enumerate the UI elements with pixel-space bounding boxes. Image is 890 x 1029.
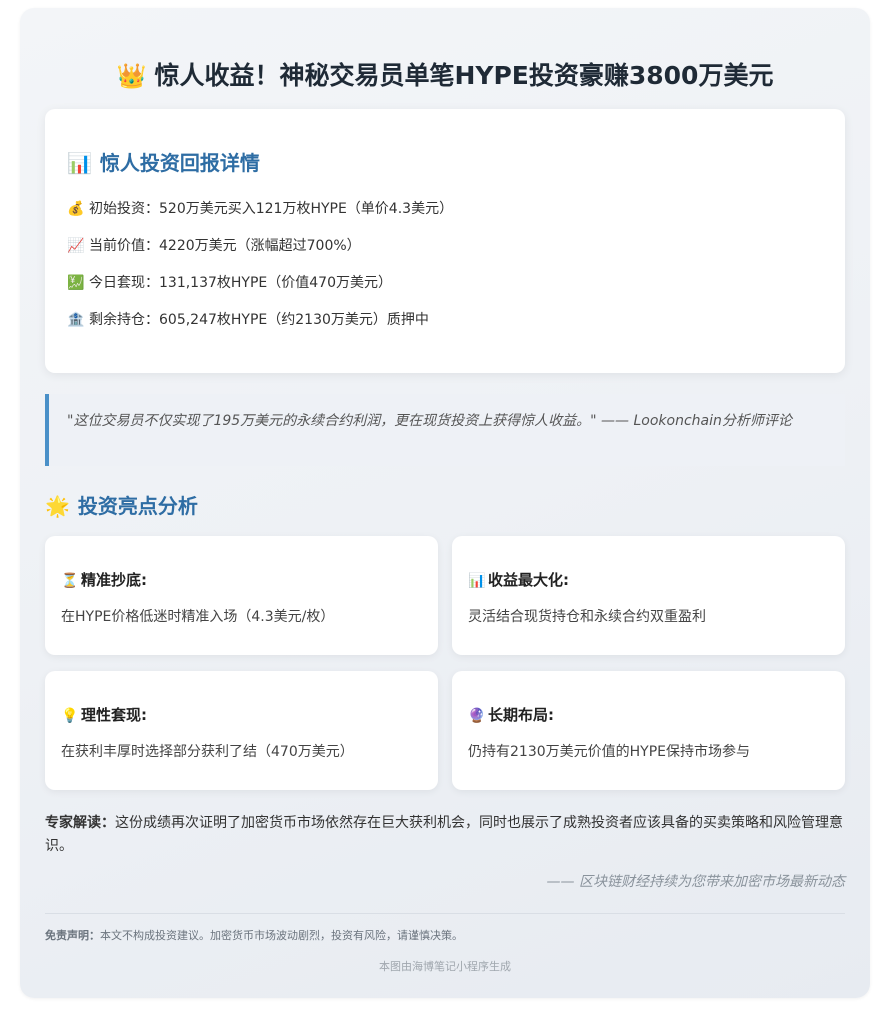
highlight-card-title-text: 收益最大化: bbox=[488, 571, 569, 589]
highlight-card-desc: 在获利丰厚时选择部分获利了结（470万美元） bbox=[61, 744, 354, 760]
hourglass-icon: ⏳ bbox=[61, 573, 79, 589]
disclaimer: 免责声明：本文不构成投资建议。加密货币市场波动剧烈，投资有风险，请谨慎决策。 bbox=[45, 927, 463, 943]
detail-item-current-value: 📈 当前价值：4220万美元（涨幅超过700%） bbox=[67, 236, 453, 273]
crown-icon: 👑 bbox=[116, 62, 147, 90]
highlights-heading: 🌟 投资亮点分析 bbox=[45, 490, 198, 519]
page-title: 👑 惊人收益！神秘交易员单笔HYPE投资豪赚3800万美元 bbox=[20, 56, 870, 92]
investment-details-card: 📊 惊人投资回报详情 💰 初始投资：520万美元买入121万枚HYPE（单价4.3美… bbox=[45, 109, 845, 373]
disclaimer-label: 免责声明： bbox=[45, 929, 100, 942]
star-icon: 🌟 bbox=[45, 494, 70, 518]
highlight-card-title-text: 精准抄底: bbox=[81, 571, 147, 589]
detail-item-text: 当前价值：4220万美元（涨幅超过700%） bbox=[89, 238, 361, 254]
expert-text: 这份成绩再次证明了加密货币市场依然存在巨大获利机会，同时也展示了成熟投资者应该具… bbox=[45, 815, 843, 854]
highlight-card-title-text: 长期布局: bbox=[488, 706, 554, 724]
highlight-card-title: 📊 收益最大化: bbox=[468, 569, 569, 590]
highlight-card-rational-cashout: 💡 理性套现: 在获利丰厚时选择部分获利了结（470万美元） bbox=[45, 671, 438, 790]
highlight-card-desc: 灵活结合现货持仓和永续合约双重盈利 bbox=[468, 609, 706, 625]
highlight-card-title-text: 理性套现: bbox=[81, 706, 147, 724]
bar-chart-icon: 📊 bbox=[468, 573, 486, 589]
highlights-heading-text: 投资亮点分析 bbox=[77, 494, 198, 518]
details-heading: 📊 惊人投资回报详情 bbox=[67, 147, 260, 176]
divider bbox=[45, 913, 845, 914]
footer-credit: 本图由海博笔记小程序生成 bbox=[379, 960, 511, 973]
signature: —— 区块链财经持续为您带来加密市场最新动态 bbox=[546, 874, 845, 890]
bank-icon: 🏦 bbox=[67, 312, 85, 328]
detail-item-remaining: 🏦 剩余持仓：605,247枚HYPE（约2130万美元）质押中 bbox=[67, 310, 453, 347]
detail-item-cashout: 💹 今日套现：131,137枚HYPE（价值470万美元） bbox=[67, 273, 453, 310]
highlight-card-title: ⏳ 精准抄底: bbox=[61, 569, 147, 590]
detail-item-text: 今日套现：131,137枚HYPE（价值470万美元） bbox=[89, 275, 392, 291]
analyst-quote: "这位交易员不仅实现了195万美元的永续合约利润，更在现货投资上获得惊人收益。"… bbox=[45, 394, 845, 466]
highlight-card-title: 💡 理性套现: bbox=[61, 704, 147, 725]
highlight-card-title: 🔮 长期布局: bbox=[468, 704, 554, 725]
page-title-text: 惊人收益！神秘交易员单笔HYPE投资豪赚3800万美元 bbox=[154, 61, 774, 90]
chart-yen-icon: 💹 bbox=[67, 275, 85, 291]
highlight-card-desc: 仍持有2130万美元价值的HYPE保持市场参与 bbox=[468, 744, 750, 760]
expert-commentary: 专家解读：这份成绩再次证明了加密货币市场依然存在巨大获利机会，同时也展示了成熟投… bbox=[45, 812, 850, 858]
highlight-card-desc: 在HYPE价格低迷时精准入场（4.3美元/枚） bbox=[61, 609, 335, 625]
chart-up-icon: 📈 bbox=[67, 238, 85, 254]
disclaimer-text: 本文不构成投资建议。加密货币市场波动剧烈，投资有风险，请谨慎决策。 bbox=[100, 929, 463, 942]
detail-item-text: 初始投资：520万美元买入121万枚HYPE（单价4.3美元） bbox=[89, 201, 454, 217]
details-list: 💰 初始投资：520万美元买入121万枚HYPE（单价4.3美元） 📈 当前价值：4… bbox=[67, 199, 453, 347]
money-bag-icon: 💰 bbox=[67, 201, 85, 217]
highlight-card-precise-entry: ⏳ 精准抄底: 在HYPE价格低迷时精准入场（4.3美元/枚） bbox=[45, 536, 438, 655]
bar-chart-icon: 📊 bbox=[67, 151, 92, 175]
highlight-card-maximize-returns: 📊 收益最大化: 灵活结合现货持仓和永续合约双重盈利 bbox=[452, 536, 845, 655]
crystal-ball-icon: 🔮 bbox=[468, 708, 486, 724]
highlight-card-long-term: 🔮 长期布局: 仍持有2130万美元价值的HYPE保持市场参与 bbox=[452, 671, 845, 790]
light-bulb-icon: 💡 bbox=[61, 708, 79, 724]
article-page: 👑 惊人收益！神秘交易员单笔HYPE投资豪赚3800万美元 📊 惊人投资回报详情 💰… bbox=[20, 8, 870, 998]
detail-item-text: 剩余持仓：605,247枚HYPE（约2130万美元）质押中 bbox=[89, 312, 429, 328]
detail-item-initial-investment: 💰 初始投资：520万美元买入121万枚HYPE（单价4.3美元） bbox=[67, 199, 453, 236]
expert-label: 专家解读： bbox=[45, 815, 115, 831]
details-heading-text: 惊人投资回报详情 bbox=[99, 151, 260, 175]
